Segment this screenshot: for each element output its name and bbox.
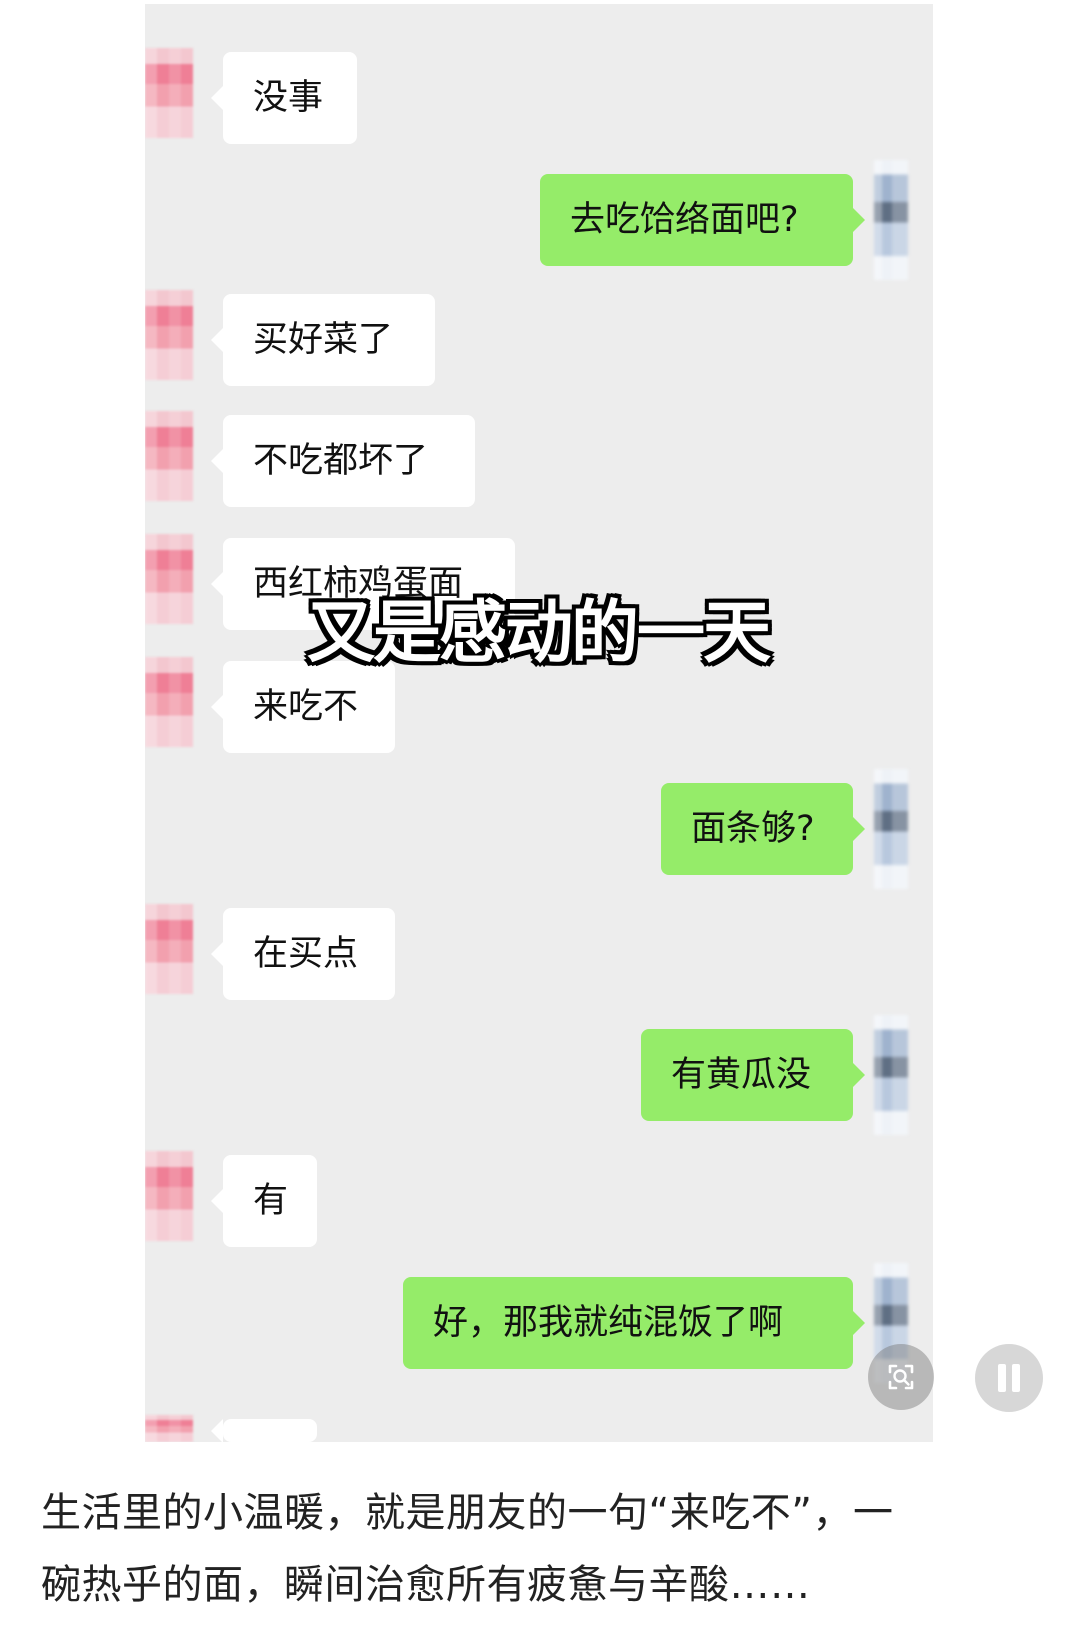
overlay-title: 又是感动的一天 — [307, 594, 771, 673]
scan-button[interactable] — [868, 1344, 934, 1410]
message-bubble-2[interactable]: 去吃饸络面吧? — [540, 174, 853, 266]
avatar-friend[interactable] — [145, 1151, 193, 1241]
message-bubble-10[interactable]: 有 — [223, 1155, 317, 1247]
caption-line-1: 生活里的小温暖，就是朋友的一句“来吃不”，一 — [41, 1490, 894, 1536]
avatar-self[interactable] — [874, 1015, 908, 1135]
pause-button[interactable] — [975, 1344, 1043, 1412]
message-text-9: 有黄瓜没 — [671, 1054, 812, 1095]
message-bubble-11[interactable]: 好，那我就纯混饭了啊 — [403, 1277, 853, 1369]
avatar-friend[interactable] — [145, 48, 193, 138]
avatar-friend-partial[interactable] — [145, 1415, 193, 1442]
message-bubble-4[interactable]: 不吃都坏了 — [223, 415, 475, 507]
message-text-8: 在买点 — [253, 933, 359, 974]
message-text-7: 面条够? — [691, 808, 815, 849]
avatar-self[interactable] — [874, 160, 908, 280]
message-bubble-partial[interactable] — [223, 1419, 317, 1442]
avatar-friend[interactable] — [145, 411, 193, 501]
message-text-3: 买好菜了 — [253, 319, 394, 360]
message-bubble-9[interactable]: 有黄瓜没 — [641, 1029, 853, 1121]
avatar-self[interactable] — [874, 769, 908, 889]
avatar-friend[interactable] — [145, 657, 193, 747]
avatar-friend[interactable] — [145, 904, 193, 994]
message-text-6: 来吃不 — [253, 686, 359, 727]
avatar-friend[interactable] — [145, 290, 193, 380]
message-text-10: 有 — [253, 1180, 289, 1221]
scan-icon — [888, 1364, 914, 1390]
message-bubble-6[interactable]: 来吃不 — [223, 661, 395, 753]
caption-line-2: 碗热乎的面，瞬间治愈所有疲惫与辛酸…… — [41, 1562, 811, 1608]
caption: 生活里的小温暖，就是朋友的一句“来吃不”，一 碗热乎的面，瞬间治愈所有疲惫与辛酸… — [41, 1477, 1041, 1621]
message-text-4: 不吃都坏了 — [253, 440, 429, 481]
message-text-1: 没事 — [253, 77, 324, 118]
avatar-friend[interactable] — [145, 534, 193, 624]
message-bubble-7[interactable]: 面条够? — [661, 783, 853, 875]
chat-panel: 没事 去吃饸络面吧? 买好菜了 不吃都坏了 西红柿鸡蛋面 来吃不 面条够? 在买… — [145, 4, 933, 1442]
message-text-2: 去吃饸络面吧? — [570, 199, 799, 240]
message-bubble-8[interactable]: 在买点 — [223, 908, 395, 1000]
message-bubble-1[interactable]: 没事 — [223, 52, 357, 144]
message-text-11: 好，那我就纯混饭了啊 — [433, 1302, 784, 1343]
pause-icon — [996, 1364, 1022, 1392]
message-bubble-3[interactable]: 买好菜了 — [223, 294, 435, 386]
